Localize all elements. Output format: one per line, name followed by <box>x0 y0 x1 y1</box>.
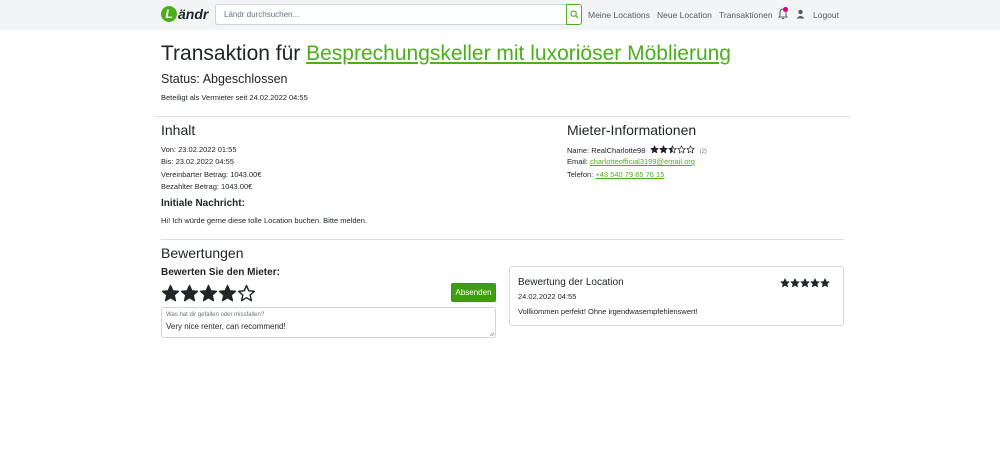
star-filled-icon <box>810 278 820 288</box>
tenant-phone-label: Telefon: <box>567 170 594 179</box>
page-title: Transaktion für Besprechungskeller mit l… <box>161 42 731 66</box>
rate-tenant-heading: Bewerten Sie den Mieter: <box>161 267 280 278</box>
search-input[interactable] <box>215 4 566 25</box>
tenant-email-label: Email: <box>567 157 588 166</box>
user-icon[interactable] <box>796 9 805 19</box>
navbar: L ändr Meine Locations Neue Location Tra… <box>0 0 1000 30</box>
tenant-phone-row: Telefon: +43 540 79 65 76 15 <box>567 170 664 179</box>
tenant-heading: Mieter-Informationen <box>567 122 697 138</box>
location-link[interactable]: Besprechungskeller mit luxoriöser Möblie… <box>306 42 731 65</box>
initial-message-heading: Initiale Nachricht: <box>161 198 245 209</box>
star-filled-icon[interactable] <box>180 284 199 303</box>
tenant-name-row: Name: RealCharlotte98 (2) <box>567 145 707 155</box>
review-comment-field[interactable]: Was hat dir gefallen oder missfallen? Ve… <box>161 307 496 338</box>
resize-handle-icon[interactable] <box>489 331 494 336</box>
initial-message: Hi! Ich würde gerne diese tolle Location… <box>161 216 367 225</box>
location-review-card: Bewertung der Location 24.02.2022 04:55 … <box>509 266 844 326</box>
content-heading: Inhalt <box>161 122 196 138</box>
content-to: Bis: 23.02.2022 04:55 <box>161 157 234 166</box>
tenant-rating-stars <box>650 145 696 154</box>
star-filled-icon <box>800 278 810 288</box>
nav-link-my-locations[interactable]: Meine Locations <box>588 10 650 20</box>
star-filled-icon <box>780 278 790 288</box>
tenant-email-link[interactable]: charlotteofficial3199@email.org <box>590 157 695 166</box>
tenant-name: RealCharlotte98 <box>591 146 646 155</box>
star-filled-icon <box>820 278 830 288</box>
logo-text: ändr <box>178 6 209 22</box>
participation-info: Beteiligt als Vermieter seit 24.02.2022 … <box>161 93 308 102</box>
location-review-text: Vollkommen perfekt! Ohne irgendwasempfeh… <box>518 307 698 316</box>
search-icon <box>569 10 579 19</box>
tenant-rating-count: (2) <box>699 149 707 155</box>
content-from: Von: 23.02.2022 01:55 <box>161 145 237 154</box>
comment-field-value: Very nice renter, can recommend! <box>166 322 286 331</box>
transaction-status: Status: Abgeschlossen <box>161 72 288 86</box>
submit-review-button[interactable]: Absenden <box>451 283 496 302</box>
logo-mark: L <box>161 6 177 22</box>
star-filled-icon <box>659 145 669 154</box>
reviews-heading: Bewertungen <box>161 245 244 261</box>
location-review-title: Bewertung der Location <box>518 277 624 288</box>
nav-link-transactions[interactable]: Transaktionen <box>719 10 773 20</box>
page-title-prefix: Transaktion für <box>161 42 301 65</box>
star-filled-icon[interactable] <box>218 284 237 303</box>
star-filled-icon[interactable] <box>199 284 218 303</box>
star-half-icon <box>668 145 678 154</box>
brand-logo[interactable]: L ändr <box>161 4 208 24</box>
tenant-email-row: Email: charlotteofficial3199@email.org <box>567 157 695 166</box>
tenant-name-label: Name: <box>567 146 590 155</box>
tenant-phone-link[interactable]: +43 540 79 65 76 15 <box>595 170 664 179</box>
divider-top <box>154 116 850 117</box>
divider-middle <box>161 239 844 240</box>
tenant-rating-input <box>161 284 256 303</box>
star-empty-icon[interactable] <box>237 284 256 303</box>
search-bar <box>215 4 582 25</box>
comment-field-label: Was hat dir gefallen oder missfallen? <box>166 312 265 318</box>
star-filled-icon <box>650 145 660 154</box>
location-review-date: 24.02.2022 04:55 <box>518 292 577 301</box>
location-review-stars <box>780 278 830 288</box>
search-button[interactable] <box>566 4 582 25</box>
notification-badge <box>783 7 788 12</box>
star-empty-icon <box>677 145 687 154</box>
content-agreed-amount: Vereinbarter Betrag: 1043.00€ <box>161 170 262 179</box>
star-empty-icon <box>686 145 696 154</box>
star-filled-icon[interactable] <box>161 284 180 303</box>
nav-link-new-location[interactable]: Neue Location <box>657 10 712 20</box>
star-filled-icon <box>790 278 800 288</box>
logout-link[interactable]: Logout <box>813 10 839 20</box>
content-paid-amount: Bezahlter Betrag: 1043.00€ <box>161 182 253 191</box>
